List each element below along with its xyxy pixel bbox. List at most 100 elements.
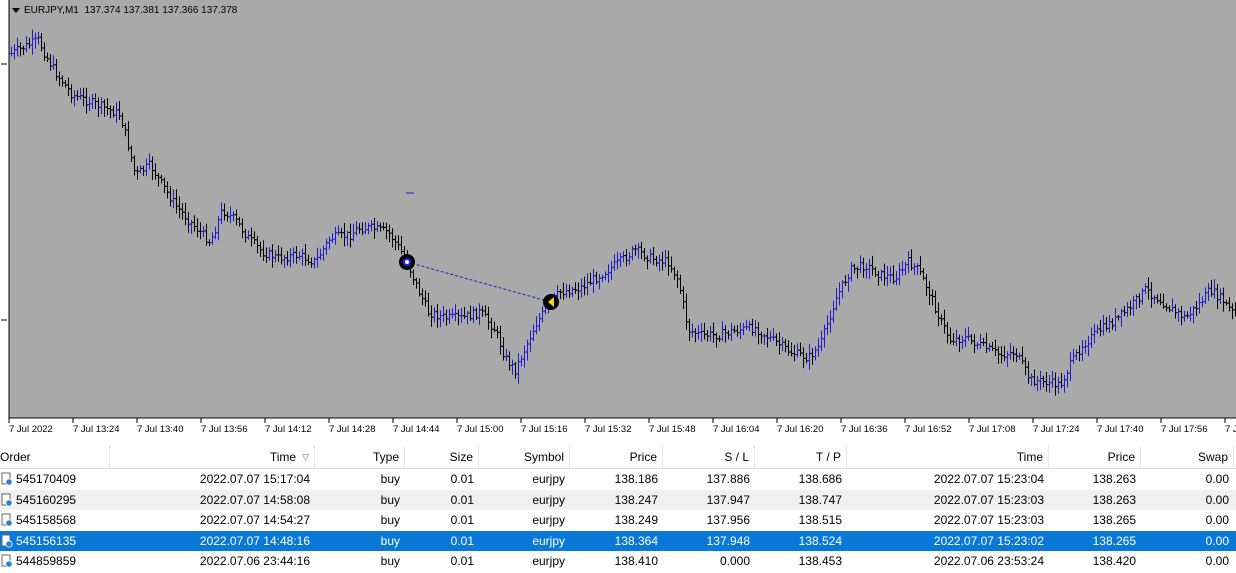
column-header-price[interactable]: Price	[570, 445, 663, 468]
table-row[interactable]: 545156135 2022.07.07 14:48:16 buy 0.01 eurjp…	[0, 530, 1236, 551]
column-header-symbol[interactable]: Symbol	[479, 445, 570, 468]
column-header-time[interactable]: Time ▽	[110, 445, 315, 468]
column-header-sl[interactable]: S / L	[663, 445, 755, 468]
trade-history-icon	[1, 472, 13, 486]
time-axis-label: 7 Jul 15:48	[649, 424, 695, 435]
time-axis-label: 7 Jul 16:36	[841, 424, 887, 435]
cell-close-price: 138.265	[1092, 513, 1136, 527]
time-axis-label: 7 Jul 13:40	[137, 424, 183, 435]
trade-history-table: Order Time ▽ Type Size Symbol Price S / L…	[0, 445, 1236, 573]
column-header-close-price[interactable]: Price	[1049, 445, 1141, 468]
cell-price: 138.186	[614, 472, 658, 486]
cell-close-price: 138.420	[1092, 554, 1136, 568]
cell-tp: 138.515	[798, 513, 842, 527]
cell-close-time: 2022.07.06 23:53:24	[933, 554, 1044, 568]
cell-sl: 0.000	[719, 554, 750, 568]
time-axis-label: 7 Jul 2022	[9, 424, 53, 435]
cell-type: buy	[380, 554, 400, 568]
cell-price: 138.364	[614, 533, 658, 548]
cell-price: 138.410	[614, 554, 658, 568]
cell-sl: 137.947	[706, 492, 750, 507]
cell-close-time: 2022.07.07 15:23:03	[933, 492, 1044, 507]
time-axis-label: 7 Jul 17:24	[1033, 424, 1079, 435]
cell-order: 545158568	[0, 510, 110, 530]
cell-symbol: eurjpy	[532, 472, 565, 486]
time-axis-label: 7 Jul 17:40	[1097, 424, 1143, 435]
close-trade-marker	[543, 294, 559, 310]
cell-swap: 0.00	[1205, 472, 1229, 486]
cell-time: 2022.07.07 14:54:27	[199, 513, 310, 527]
time-axis-label: 7 Jul 15:16	[521, 424, 567, 435]
cell-close-price: 138.263	[1092, 492, 1136, 507]
chart-ohlc-values: 137.374 137.381 137.366 137.378	[84, 5, 238, 16]
cell-close-time: 2022.07.07 15:23:03	[933, 513, 1044, 527]
table-row[interactable]: 545170409 2022.07.07 15:17:04 buy 0.01 eurjp…	[0, 469, 1236, 489]
cell-order: 545156135	[0, 531, 110, 551]
chart-header: EURJPY,M1 137.374 137.381 137.366 137.37…	[12, 5, 237, 16]
cell-close-time: 2022.07.07 15:23:04	[933, 472, 1044, 486]
time-axis-label: 7 Jul 13:56	[201, 424, 247, 435]
cell-swap: 0.00	[1205, 513, 1229, 527]
trade-history-icon	[1, 534, 13, 548]
column-header-order[interactable]: Order	[0, 445, 110, 468]
time-axis-label: 7 Jul 16:20	[777, 424, 823, 435]
cell-time: 2022.07.07 14:58:08	[199, 492, 310, 507]
cell-type: buy	[380, 533, 400, 548]
time-axis-label: 7 Jul 15:00	[457, 424, 503, 435]
cell-tp: 138.686	[798, 472, 842, 486]
cell-sl: 137.886	[706, 472, 750, 486]
cell-close-price: 138.265	[1092, 533, 1136, 548]
time-axis-label: 7 Jul 17:08	[969, 424, 1015, 435]
column-header-type[interactable]: Type	[315, 445, 405, 468]
cell-swap: 0.00	[1205, 492, 1229, 507]
column-header-close-time[interactable]: Time	[847, 445, 1049, 468]
cell-tp: 138.453	[798, 554, 842, 568]
cell-size: 0.01	[450, 472, 474, 486]
open-trade-marker	[399, 254, 415, 270]
sort-descending-icon: ▽	[302, 452, 309, 462]
column-header-tp[interactable]: T / P	[755, 445, 847, 468]
time-axis-label: 7 Jul 16:04	[713, 424, 759, 435]
chart-canvas[interactable]: 7 Jul 2022 7 Jul 13:24 7 Jul 13:40 7 Jul 13…	[0, 0, 1236, 440]
time-axis-label: 7 Jul 14:28	[329, 424, 375, 435]
cell-close-time: 2022.07.07 15:23:02	[933, 533, 1044, 548]
cell-size: 0.01	[450, 492, 474, 507]
cell-sl: 137.948	[706, 533, 750, 548]
table-row[interactable]: 545158568 2022.07.07 14:54:27 buy 0.01 eurjp…	[0, 510, 1236, 530]
cell-swap: 0.00	[1205, 554, 1229, 568]
cell-type: buy	[380, 492, 400, 507]
table-header-row: Order Time ▽ Type Size Symbol Price S / L…	[0, 445, 1236, 469]
cell-close-price: 138.263	[1092, 472, 1136, 486]
cell-tp: 138.524	[798, 533, 842, 548]
cell-symbol: eurjpy	[532, 513, 565, 527]
table-row[interactable]: 545160295 2022.07.07 14:58:08 buy 0.01 eurjp…	[0, 489, 1236, 510]
trade-history-icon	[1, 554, 13, 568]
chart-menu-triangle-icon[interactable]	[12, 7, 20, 13]
column-header-swap[interactable]: Swap	[1141, 445, 1234, 468]
chart-plot-area	[9, 0, 1236, 418]
cell-price: 138.249	[614, 513, 658, 527]
time-axis-label: 7 Jul 13:24	[73, 424, 119, 435]
time-axis-label: 7 Jul	[1225, 424, 1236, 435]
cell-type: buy	[380, 513, 400, 527]
trade-history-icon	[1, 513, 13, 527]
cell-price: 138.247	[614, 492, 658, 507]
cell-time: 2022.07.07 15:17:04	[199, 472, 310, 486]
cell-size: 0.01	[450, 513, 474, 527]
chart-symbol-label: EURJPY,M1	[24, 5, 79, 16]
cell-order: 545170409	[0, 469, 110, 489]
time-axis-label: 7 Jul 14:44	[393, 424, 439, 435]
cell-type: buy	[380, 472, 400, 486]
cell-sl: 137.956	[706, 513, 750, 527]
cell-order: 545160295	[0, 490, 110, 510]
cell-time: 2022.07.06 23:44:16	[199, 554, 310, 568]
cell-size: 0.01	[450, 554, 474, 568]
cell-order: 544859859	[0, 551, 110, 571]
price-chart[interactable]: 7 Jul 2022 7 Jul 13:24 7 Jul 13:40 7 Jul 13…	[0, 0, 1236, 440]
cell-symbol: eurjpy	[532, 533, 565, 548]
column-header-size[interactable]: Size	[405, 445, 479, 468]
cell-symbol: eurjpy	[532, 492, 565, 507]
time-axis-label: 7 Jul 15:32	[585, 424, 631, 435]
table-row[interactable]: 544859859 2022.07.06 23:44:16 buy 0.01 eurjp…	[0, 551, 1236, 571]
cell-time: 2022.07.07 14:48:16	[199, 533, 310, 548]
